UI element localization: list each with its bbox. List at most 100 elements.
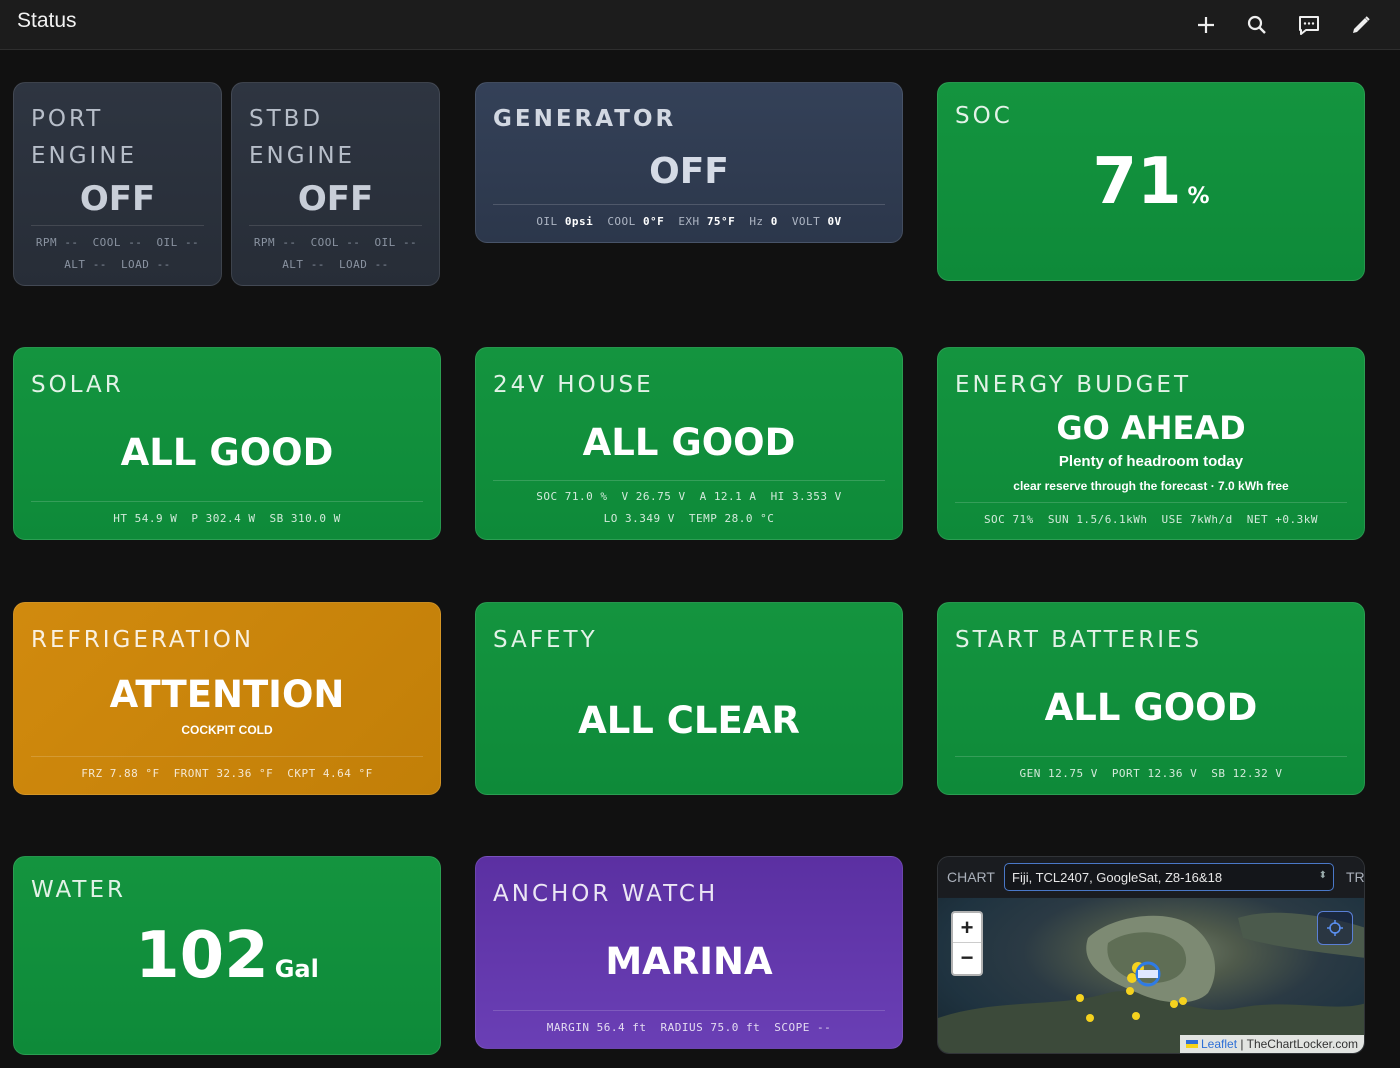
map-header: CHART Fiji, TCL2407, GoogleSat, Z8-16&18… (938, 857, 1364, 897)
stat-item: SB 310.0 W (270, 512, 341, 525)
map-attribution: Leaflet | TheChartLocker.com (1180, 1035, 1364, 1053)
stat-value: 12.32 V (1232, 767, 1283, 780)
refrigeration-card[interactable]: REFRIGERATION ATTENTION COCKPIT COLD FRZ… (13, 602, 441, 795)
energy-budget-card[interactable]: ENERGY BUDGET GO AHEAD Plenty of headroo… (937, 347, 1365, 540)
stat-key: OIL (536, 215, 558, 228)
stat-item: GEN 12.75 V (1019, 767, 1097, 780)
attribution-source: TheChartLocker.com (1246, 1037, 1358, 1051)
chart-select[interactable]: Fiji, TCL2407, GoogleSat, Z8-16&18 ⬍ (1004, 863, 1334, 891)
stat-value: 0V (827, 215, 842, 228)
stat-value: 71.0 % (564, 490, 608, 503)
stat-item: ALT -- (64, 258, 107, 271)
stat-value: 32.36 °F (216, 767, 274, 780)
stat-value: 1.5/6.1kWh (1076, 513, 1148, 526)
add-button[interactable] (1189, 8, 1223, 42)
anchor-watch-card[interactable]: ANCHOR WATCH MARINA MARGIN 56.4 ft RADIUS… (475, 856, 903, 1049)
anchor-stats: MARGIN 56.4 ft RADIUS 75.0 ft SCOPE -- (476, 1017, 902, 1039)
stat-item: COOL -- (311, 236, 361, 249)
stat-key: RADIUS (660, 1021, 704, 1034)
track-label: TR (1346, 869, 1365, 885)
stat-key: LOAD (338, 258, 368, 271)
stat-item: RPM -- (36, 236, 79, 249)
stat-value: 56.4 ft (596, 1021, 647, 1034)
stat-value: -- (374, 258, 389, 271)
zoom-out-button[interactable]: − (953, 943, 981, 973)
generator-card[interactable]: GENERATOR OFF OIL 0psi COOL 0°F EXH 75°F Hz… (475, 82, 903, 243)
stat-item: LOAD -- (121, 258, 171, 271)
stat-key: SB (269, 512, 284, 525)
stat-value: 28.0 °C (724, 512, 775, 525)
stat-item: Hz 0 (749, 215, 778, 228)
pencil-icon (1353, 16, 1370, 33)
stat-item: HT 54.9 W (113, 512, 177, 525)
stat-key: Hz (749, 215, 764, 228)
stat-key: SCOPE (774, 1021, 810, 1034)
stat-key: SOC (983, 513, 1006, 526)
stat-item: P 302.4 W (191, 512, 255, 525)
chat-icon (1299, 16, 1319, 35)
card-label: GENERATOR (493, 106, 677, 132)
stat-item: FRONT 32.36 °F (174, 767, 274, 780)
map-view[interactable]: + − Leaflet | TheChartLocker.com (938, 898, 1364, 1053)
stat-key: RPM (253, 236, 276, 249)
energy-detail: clear reserve through the forecast · 7.0… (1013, 479, 1289, 493)
stat-value: 71% (1012, 513, 1034, 526)
chart-map-card: CHART Fiji, TCL2407, GoogleSat, Z8-16&18… (937, 856, 1365, 1054)
stat-value: -- (282, 236, 297, 249)
safety-status: ALL CLEAR (578, 699, 800, 742)
energy-stats: SOC 71% SUN 1.5/6.1kWh USE 7kWh/d NET +0.3k… (938, 509, 1364, 531)
stat-item: NET +0.3kW (1247, 513, 1318, 526)
plus-icon (1198, 17, 1214, 33)
stat-item: ALT -- (282, 258, 325, 271)
solar-card[interactable]: SOLAR ALL GOOD HT 54.9 W P 302.4 W SB 310.… (13, 347, 441, 540)
stat-key: A (699, 490, 707, 503)
engine-status: OFF (79, 179, 156, 219)
stat-item: PORT 12.36 V (1112, 767, 1197, 780)
stat-key: VOLT (791, 215, 821, 228)
water-card[interactable]: WATER 102 Gal (13, 856, 441, 1055)
stat-value: 3.349 V (625, 512, 675, 525)
start-batteries-status: ALL GOOD (1044, 686, 1258, 729)
locate-button[interactable] (1317, 911, 1353, 945)
soc-value: 71 (1092, 145, 1182, 219)
search-icon (1247, 15, 1266, 34)
stat-value: 3.353 V (791, 490, 842, 503)
stat-value: 0°F (642, 215, 665, 228)
start-batteries-card[interactable]: START BATTERIES ALL GOOD GEN 12.75 V PORT… (937, 602, 1365, 795)
stat-key: COOL (607, 215, 636, 228)
safety-card[interactable]: SAFETY ALL CLEAR (475, 602, 903, 795)
stat-value: -- (402, 236, 418, 249)
stat-key: TEMP (688, 512, 718, 525)
stat-value: +0.3kW (1275, 513, 1319, 526)
stat-key: USE (1161, 513, 1183, 526)
stat-value: -- (156, 258, 171, 271)
stat-value: 0psi (564, 215, 594, 228)
stat-key: P (191, 512, 199, 525)
stat-key: SUN (1047, 513, 1070, 526)
house-battery-card[interactable]: 24V HOUSE ALL GOOD SOC 71.0 % V 26.75 V A … (475, 347, 903, 540)
zoom-in-button[interactable]: + (953, 913, 981, 943)
card-label: SAFETY (493, 627, 598, 653)
solar-status: ALL GOOD (120, 431, 334, 474)
search-button[interactable] (1240, 8, 1274, 42)
chat-button[interactable] (1292, 8, 1326, 42)
stat-item: USE 7kWh/d (1162, 513, 1233, 526)
stat-item: OIL -- (156, 236, 199, 249)
stat-item: HI 3.353 V (771, 490, 842, 503)
stat-item: LO 3.349 V (604, 512, 675, 525)
water-value: 102 (135, 919, 269, 993)
stat-item: SOC 71% (984, 513, 1034, 526)
divider (249, 225, 422, 226)
soc-card[interactable]: SOC 71% (937, 82, 1365, 281)
leaflet-link[interactable]: Leaflet (1201, 1037, 1237, 1051)
card-label: WATER (31, 877, 126, 903)
stbd-engine-card[interactable]: STBD ENGINE OFF RPM -- COOL -- OIL -- ALT -… (231, 82, 440, 286)
edit-button[interactable] (1344, 8, 1378, 42)
stat-item: OIL -- (374, 236, 417, 249)
stat-value: 0 (770, 215, 778, 228)
divider (493, 480, 885, 481)
stat-value: -- (184, 236, 200, 249)
chart-label: CHART (947, 869, 995, 885)
engine-status: OFF (297, 179, 374, 219)
port-engine-card[interactable]: PORT ENGINE OFF RPM -- COOL -- OIL -- ALT -… (13, 82, 222, 286)
